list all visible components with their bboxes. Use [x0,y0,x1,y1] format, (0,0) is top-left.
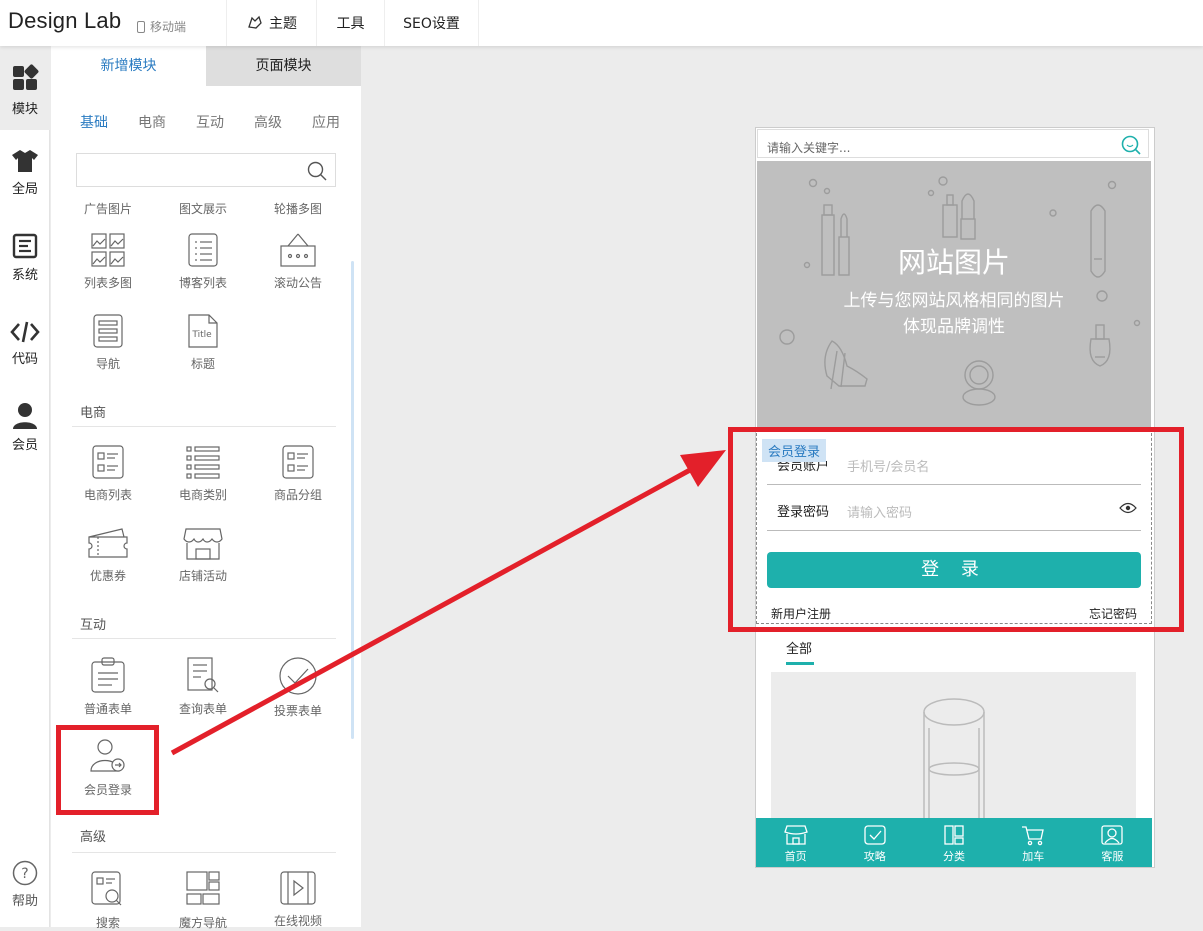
arrow-annotation [170,450,726,756]
